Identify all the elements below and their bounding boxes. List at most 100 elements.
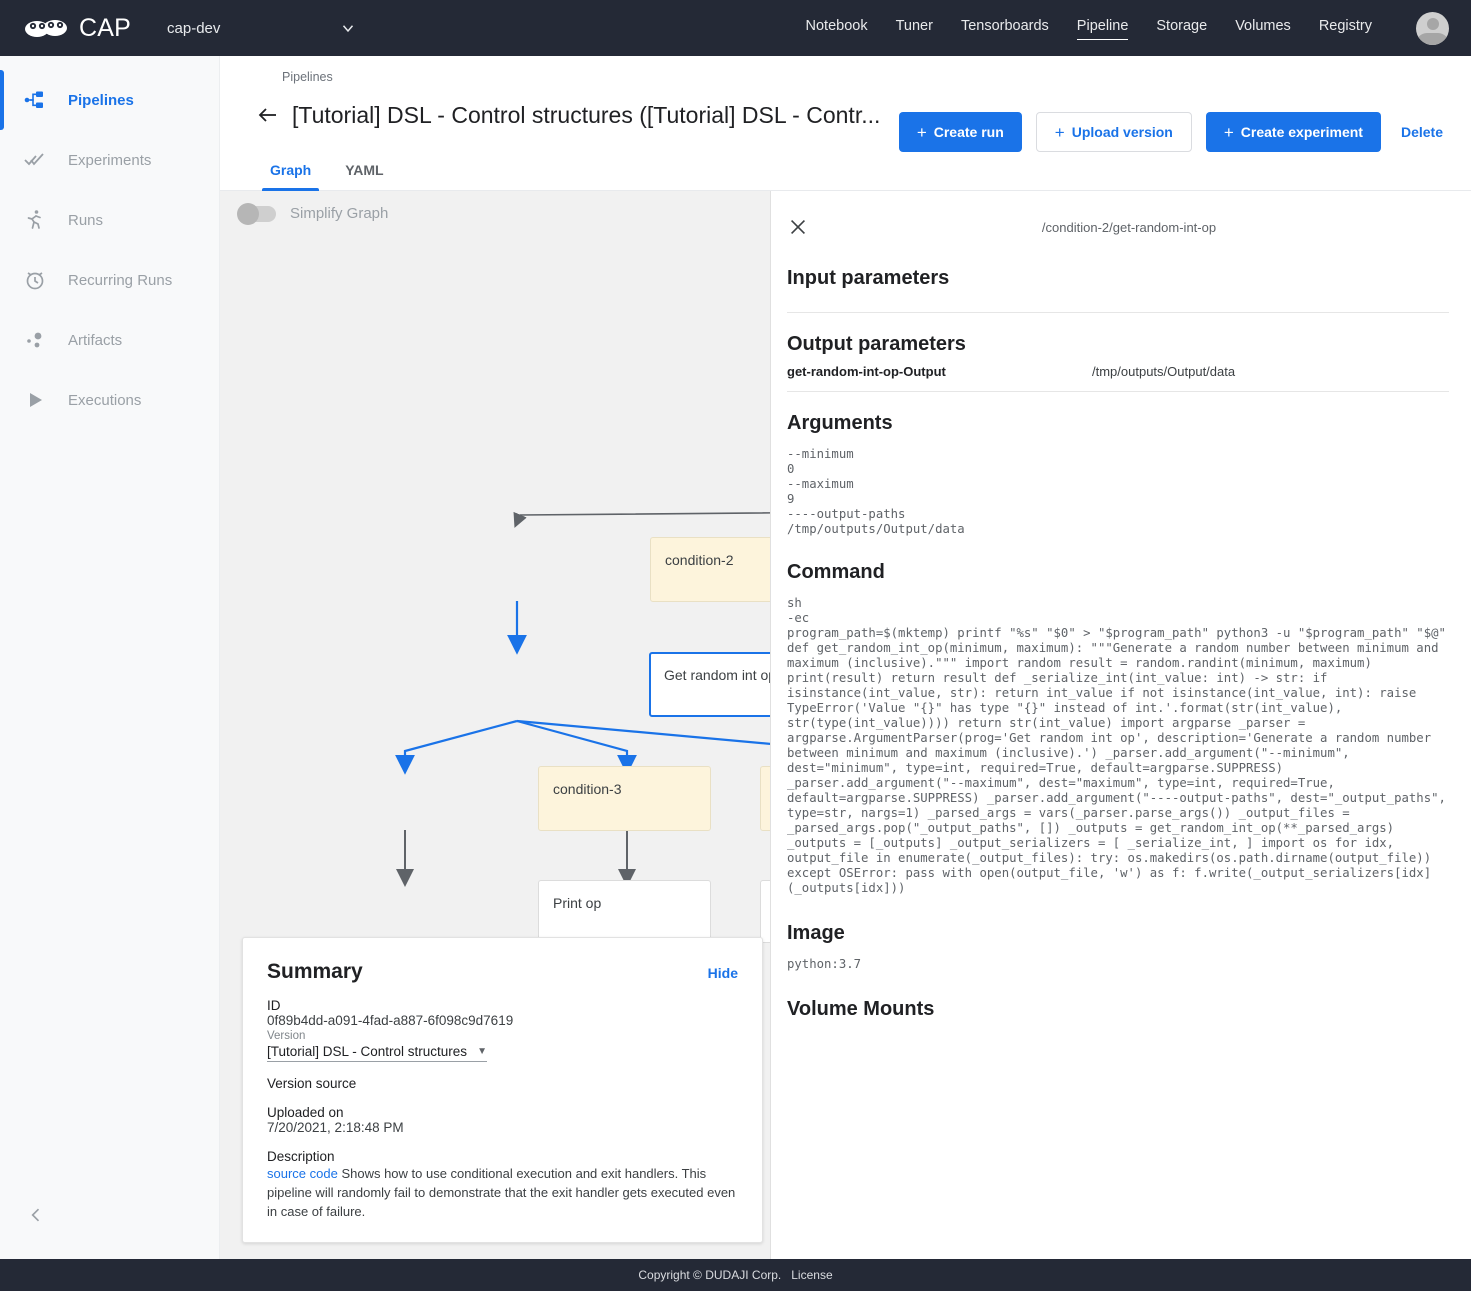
graph-node-get-random-int-op[interactable]: Get random int op — [649, 652, 770, 717]
graph-pane: Simplify Graph condition-2 Get random in… — [220, 191, 771, 1259]
version-dropdown[interactable]: [Tutorial] DSL - Control structures ▼ — [267, 1044, 487, 1063]
sidebar-item-experiments[interactable]: Experiments — [0, 130, 219, 190]
summary-uploaded-value: 7/20/2021, 2:18:48 PM — [267, 1120, 404, 1136]
top-navigation: Notebook Tuner Tensorboards Pipeline Sto… — [806, 11, 1449, 45]
sidebar-item-pipelines[interactable]: Pipelines — [0, 70, 219, 130]
brand[interactable]: CAP — [24, 14, 131, 43]
sidebar-item-label: Pipelines — [68, 91, 134, 109]
runner-icon — [22, 207, 48, 233]
summary-version-source-label: Version source — [267, 1076, 357, 1092]
summary-version-label: Version — [267, 1030, 306, 1043]
summary-card: Summary Hide ID 0f89b4dd-a091-4fad-a887-… — [242, 937, 763, 1243]
command-title: Command — [787, 561, 885, 583]
sidebar-item-label: Recurring Runs — [68, 271, 173, 289]
pipeline-icon — [22, 87, 48, 113]
main-content: Pipelines [Tutorial] DSL - Control struc… — [220, 56, 1471, 1259]
chevron-left-icon[interactable] — [26, 1205, 46, 1225]
image-title: Image — [787, 922, 845, 944]
summary-header: Summary Hide — [267, 960, 738, 984]
summary-description-text: Shows how to use conditional execution a… — [267, 1166, 736, 1220]
namespace-value: cap-dev — [167, 19, 221, 37]
page-header: Pipelines [Tutorial] DSL - Control struc… — [220, 56, 1471, 152]
summary-hide-button[interactable]: Hide — [708, 965, 738, 981]
detail-header: /condition-2/get-random-int-op — [787, 207, 1449, 247]
plus-icon: + — [916, 122, 927, 142]
namespace-selector[interactable]: cap-dev — [167, 19, 357, 37]
version-value: [Tutorial] DSL - Control structures — [267, 1044, 468, 1060]
create-run-button[interactable]: + Create run — [898, 112, 1022, 152]
divider — [787, 312, 1449, 313]
top-bar: CAP cap-dev Notebook Tuner Tensorboards … — [0, 0, 1471, 56]
detail-node-path: /condition-2/get-random-int-op — [1041, 219, 1217, 235]
create-experiment-button[interactable]: + Create experiment — [1205, 112, 1381, 152]
summary-description-label: Description — [267, 1149, 335, 1165]
arguments-code: --minimum 0 --maximum 9 ----output-paths… — [787, 447, 965, 536]
delete-button[interactable]: Delete — [1395, 112, 1449, 152]
brand-name: CAP — [79, 13, 132, 42]
page-title: [Tutorial] DSL - Control structures ([Tu… — [292, 101, 881, 128]
topnav-item-notebook[interactable]: Notebook — [806, 18, 868, 38]
footer: Copyright © DUDAJI Corp. License — [0, 1259, 1471, 1291]
tab-yaml[interactable]: YAML — [331, 148, 397, 190]
output-parameter-row: get-random-int-op-Output /tmp/outputs/Ou… — [787, 356, 1449, 389]
divider — [787, 391, 1449, 392]
topnav-item-pipeline[interactable]: Pipeline — [1076, 18, 1128, 40]
graph-node-condition-2[interactable]: condition-2 — [650, 537, 770, 602]
user-avatar-icon[interactable] — [1416, 11, 1449, 45]
summary-title: Summary — [267, 960, 363, 984]
topnav-item-registry[interactable]: Registry — [1319, 18, 1372, 38]
topnav-item-volumes[interactable]: Volumes — [1235, 18, 1291, 38]
node-detail-panel: /condition-2/get-random-int-op Input par… — [771, 191, 1471, 1259]
header-actions: + Create run + Upload version + Create e… — [898, 112, 1449, 152]
create-experiment-label: Create experiment — [1240, 124, 1363, 140]
command-code: sh -ec program_path=$(mktemp) printf "%s… — [787, 596, 1446, 895]
input-parameters-title: Input parameters — [787, 267, 950, 289]
topnav-item-tensorboards[interactable]: Tensorboards — [961, 18, 1049, 38]
footer-copyright: Copyright © DUDAJI Corp. — [638, 1268, 782, 1282]
sidebar-item-recurring-runs[interactable]: Recurring Runs — [0, 250, 219, 310]
content-split: Simplify Graph condition-2 Get random in… — [220, 191, 1471, 1259]
sidebar-item-artifacts[interactable]: Artifacts — [0, 310, 219, 370]
sidebar-item-label: Artifacts — [68, 331, 123, 349]
graph-node-print-op-4[interactable]: Print op — [760, 880, 770, 943]
output-parameter-value: /tmp/outputs/Output/data — [1092, 364, 1236, 379]
volume-mounts-title: Volume Mounts — [787, 998, 935, 1020]
sidebar-item-label: Executions — [68, 391, 142, 409]
summary-description: source code Shows how to use conditional… — [267, 1165, 738, 1222]
artifacts-icon — [22, 327, 48, 353]
sidebar-item-runs[interactable]: Runs — [0, 190, 219, 250]
body: Pipelines Experiments Runs Recurring Run… — [0, 56, 1471, 1259]
output-parameter-key: get-random-int-op-Output — [787, 364, 946, 379]
sidebar-item-label: Runs — [68, 211, 104, 229]
image-value: python:3.7 — [787, 957, 862, 971]
graph-node-condition-3[interactable]: condition-3 — [538, 766, 711, 831]
double-check-icon — [22, 147, 48, 173]
graph-node-print-op-3[interactable]: Print op — [538, 880, 711, 943]
upload-version-button[interactable]: + Upload version — [1035, 112, 1192, 152]
play-triangle-icon — [22, 387, 48, 413]
plus-icon: + — [1223, 122, 1234, 142]
sidebar: Pipelines Experiments Runs Recurring Run… — [0, 56, 220, 1259]
summary-uploaded-label: Uploaded on — [267, 1105, 344, 1121]
caret-down-icon: ▼ — [477, 1046, 487, 1058]
alarm-clock-icon — [22, 267, 48, 293]
create-run-label: Create run — [933, 124, 1004, 140]
topnav-item-tuner[interactable]: Tuner — [896, 18, 933, 38]
summary-id-value: 0f89b4dd-a091-4fad-a887-6f098c9d7619 — [267, 1013, 514, 1029]
clouds-logo-icon — [24, 15, 70, 41]
topnav-item-storage[interactable]: Storage — [1156, 18, 1207, 38]
output-parameters-title: Output parameters — [787, 333, 966, 355]
tab-graph[interactable]: Graph — [256, 148, 325, 191]
close-icon[interactable] — [787, 216, 809, 238]
breadcrumb[interactable]: Pipelines — [256, 70, 1451, 84]
chevron-down-icon — [339, 19, 357, 37]
app-root: CAP cap-dev Notebook Tuner Tensorboards … — [0, 0, 1471, 1291]
source-code-link[interactable]: source code — [267, 1166, 338, 1181]
tab-bar: Graph YAML — [220, 148, 1471, 191]
sidebar-item-label: Experiments — [68, 151, 152, 169]
upload-version-label: Upload version — [1071, 124, 1173, 140]
graph-node-condition-4[interactable]: condition-4 — [760, 766, 770, 831]
sidebar-item-executions[interactable]: Executions — [0, 370, 219, 430]
footer-license-link[interactable]: License — [791, 1268, 832, 1282]
arrow-left-icon[interactable] — [256, 103, 280, 127]
